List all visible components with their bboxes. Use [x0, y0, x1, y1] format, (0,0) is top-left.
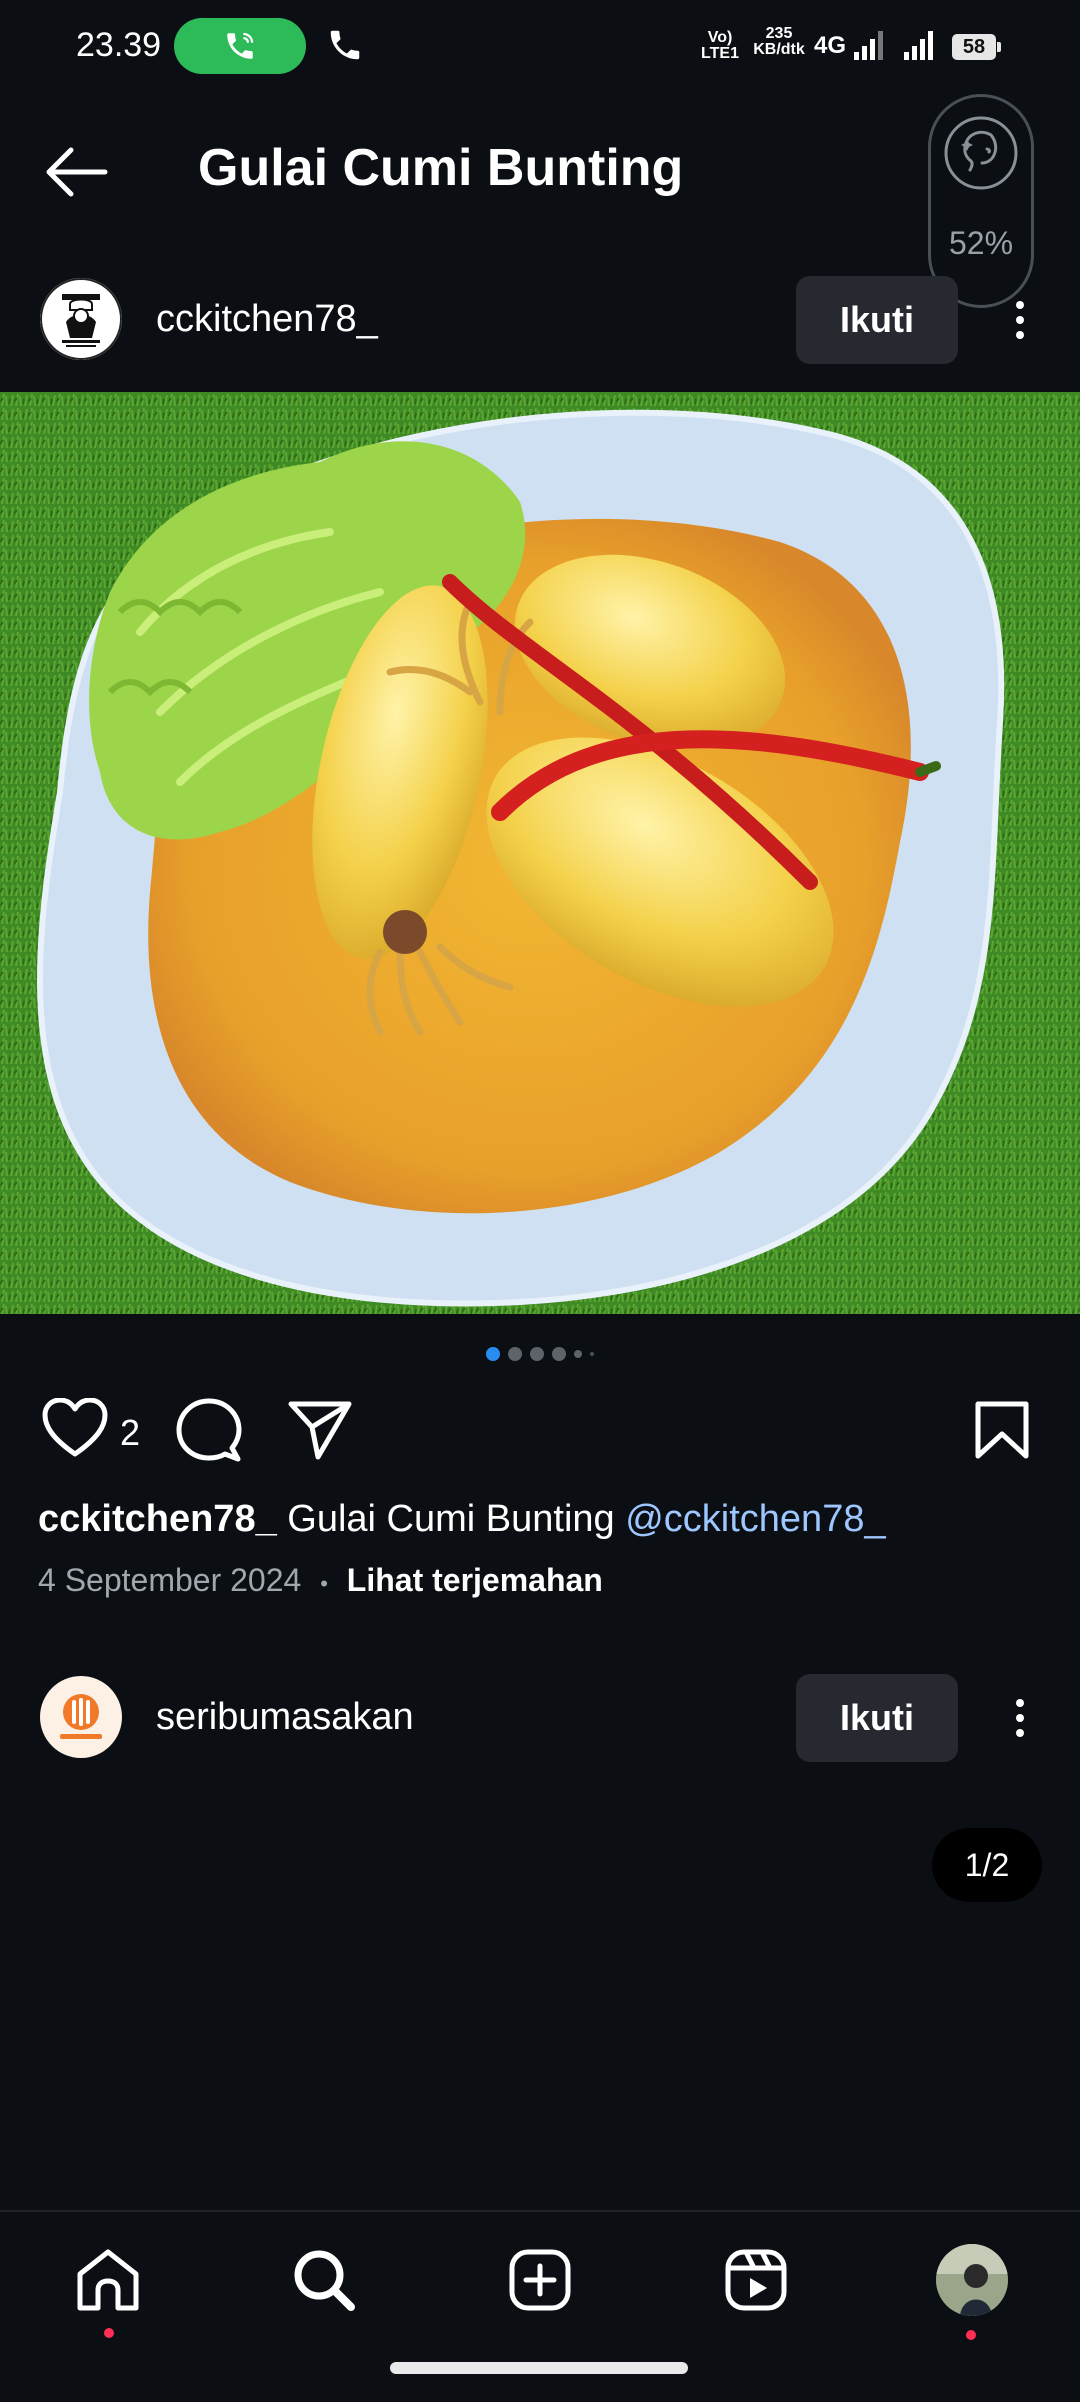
phone-icon — [330, 30, 360, 60]
post-date: 4 September 2024 — [38, 1562, 302, 1598]
post-username[interactable]: cckitchen78_ — [156, 298, 378, 341]
caption-username[interactable]: cckitchen78_ — [38, 1498, 277, 1540]
home-notification-dot — [104, 2328, 114, 2338]
page-indicator-chip: 1/2 — [932, 1828, 1042, 1902]
home-icon — [77, 2249, 139, 2311]
post-meta: 4 September 2024 • Lihat terjemahan — [38, 1562, 603, 1599]
carousel-dot — [552, 1347, 566, 1361]
nav-profile[interactable] — [932, 2240, 1012, 2340]
profile-notification-dot — [966, 2330, 976, 2340]
status-bar: 23.39 Vo) LTE1 235 KB/dtk 4G 58 — [0, 0, 1080, 96]
nav-search[interactable] — [284, 2240, 364, 2320]
network-type: 4G — [814, 32, 847, 59]
carousel-dot-active — [486, 1347, 500, 1361]
caption-mention[interactable]: @cckitchen78_ — [625, 1498, 885, 1540]
translate-link[interactable]: Lihat terjemahan — [347, 1562, 603, 1598]
carousel-dot — [574, 1350, 582, 1358]
next-follow-button[interactable]: Ikuti — [796, 1674, 958, 1762]
like-heart-icon[interactable] — [42, 1398, 108, 1458]
carousel-dots — [0, 1346, 1080, 1362]
cckitchen-logo-icon — [40, 278, 122, 360]
battery-indicator: 58 — [952, 34, 1001, 60]
like-count[interactable]: 2 — [120, 1412, 140, 1454]
net-speed: 235 KB/dtk — [750, 26, 808, 58]
face-beauty-icon — [944, 116, 1018, 190]
reels-icon — [725, 2249, 787, 2311]
net-speed-value: 235 — [765, 25, 793, 42]
arrow-left-icon — [46, 147, 108, 197]
profile-photo-icon — [936, 2244, 1008, 2316]
save-bookmark-icon[interactable] — [974, 1400, 1030, 1460]
comment-icon[interactable] — [176, 1398, 242, 1462]
caption-text: Gulai Cumi Bunting — [276, 1498, 626, 1540]
follow-button[interactable]: Ikuti — [796, 276, 958, 364]
next-post-username[interactable]: seribumasakan — [156, 1696, 414, 1739]
volte-indicator: Vo) LTE1 — [701, 29, 739, 62]
gesture-home-indicator[interactable] — [390, 2362, 688, 2374]
meta-separator: • — [320, 1571, 328, 1596]
post-caption: cckitchen78_ Gulai Cumi Bunting @cckitch… — [38, 1496, 1048, 1542]
avatar-cckitchen[interactable] — [40, 278, 122, 360]
net-speed-unit: KB/dtk — [753, 41, 805, 58]
profile-avatar — [936, 2244, 1008, 2316]
seribumasakan-logo-icon — [41, 1677, 121, 1757]
nav-home[interactable] — [68, 2240, 148, 2338]
create-post-icon — [509, 2249, 571, 2311]
call-icon — [227, 32, 254, 59]
back-button[interactable] — [36, 140, 116, 204]
avatar-seribumasakan[interactable] — [40, 1676, 122, 1758]
carousel-dot — [530, 1347, 544, 1361]
share-send-icon[interactable] — [288, 1400, 352, 1460]
ongoing-call-pill[interactable] — [174, 18, 306, 74]
nav-create[interactable] — [500, 2240, 580, 2320]
gulai-cumi-photo — [0, 392, 1080, 1314]
signal-icon-1 — [854, 31, 883, 60]
next-more-options-icon[interactable] — [1000, 1688, 1040, 1748]
page-title: Gulai Cumi Bunting — [198, 139, 684, 197]
nav-reels[interactable] — [716, 2240, 796, 2320]
status-time: 23.39 — [76, 26, 162, 64]
assistant-percent: 52% — [948, 225, 1014, 261]
carousel-dot — [508, 1347, 522, 1361]
carousel-dot — [590, 1352, 594, 1356]
more-options-icon[interactable] — [1000, 290, 1040, 350]
signal-icon-2 — [904, 31, 933, 60]
search-icon — [294, 2250, 355, 2311]
post-photo[interactable] — [0, 392, 1080, 1314]
